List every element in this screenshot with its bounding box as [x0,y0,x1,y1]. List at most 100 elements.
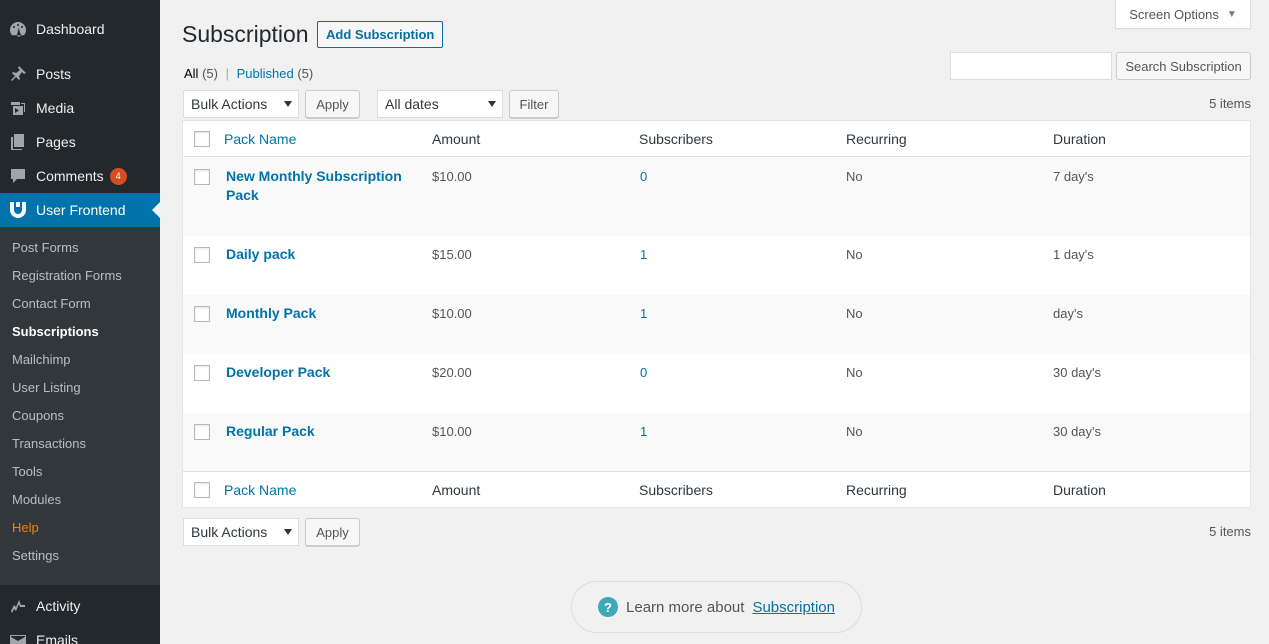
submenu-item-tools[interactable]: Tools [0,458,160,486]
pack-duration: 30 day's [1053,365,1102,380]
help-icon: ? [598,597,619,617]
submenu-item-user-listing[interactable]: User Listing [0,374,160,402]
pack-duration: 1 day's [1053,247,1094,262]
column-amount: Amount [432,481,481,498]
bulk-actions-value: Bulk Actions [191,96,268,112]
row-checkbox[interactable] [194,169,210,185]
pack-amount: $10.00 [432,424,472,439]
pack-subscribers-link[interactable]: 1 [640,247,647,262]
pack-subscribers-link[interactable]: 1 [640,306,647,321]
menu-item-comments[interactable]: Comments 4 [0,159,160,193]
view-separator: | [225,66,229,81]
menu-item-emails[interactable]: Emails [0,623,160,644]
menu-item-activity[interactable]: Activity [0,589,160,623]
column-recurring: Recurring [846,481,907,498]
pack-name-link[interactable]: New Monthly Subscription Pack [226,167,406,205]
admin-sidebar: Dashboard Posts Media Pages Comments 4 U… [0,0,160,644]
filter-button[interactable]: Filter [509,90,559,118]
submenu-item-modules[interactable]: Modules [0,486,160,514]
search-input[interactable] [950,52,1112,80]
table-row: Developer Pack $20.00 0 No 30 day's [183,354,1250,413]
dates-filter-value: All dates [385,96,439,112]
menu-label: Dashboard [36,21,105,37]
pack-name-link[interactable]: Regular Pack [226,422,406,441]
pack-recurring: No [846,365,863,380]
pack-duration: 7 day's [1053,169,1094,184]
dashboard-icon [0,19,36,39]
screen-options-button[interactable]: Screen Options ▼ [1115,0,1251,29]
bulk-actions-select-top[interactable]: Bulk Actions [183,90,299,118]
view-all-link[interactable]: All [184,66,198,81]
pack-name-link[interactable]: Daily pack [226,245,406,264]
table-footer: Pack Name Amount Subscribers Recurring D… [183,471,1250,507]
view-published-link[interactable]: Published [237,66,294,81]
comments-count-badge: 4 [109,167,127,185]
pack-recurring: No [846,169,863,184]
submenu-item-transactions[interactable]: Transactions [0,430,160,458]
view-published-count: (5) [297,66,314,81]
media-icon [0,98,36,118]
pack-name-link[interactable]: Developer Pack [226,363,406,382]
row-checkbox[interactable] [194,247,210,263]
menu-label: User Frontend [36,202,126,218]
column-subscribers: Subscribers [639,130,713,147]
menu-label: Activity [36,598,81,614]
screen-options-label: Screen Options [1129,6,1219,22]
pack-recurring: No [846,424,863,439]
add-subscription-button[interactable]: Add Subscription [317,21,444,48]
pack-subscribers-link[interactable]: 1 [640,424,647,439]
menu-item-user-frontend[interactable]: User Frontend [0,193,160,227]
search-subscription-button[interactable]: Search Subscription [1116,52,1251,80]
row-checkbox[interactable] [194,306,210,322]
table-row: Monthly Pack $10.00 1 No day's [183,295,1250,354]
pack-subscribers-link[interactable]: 0 [640,365,647,380]
table-row: Regular Pack $10.00 1 No 30 day's [183,413,1250,471]
submenu-item-help[interactable]: Help [0,514,160,542]
pack-name-link[interactable]: Monthly Pack [226,304,406,323]
pack-amount: $10.00 [432,306,472,321]
submenu-item-settings[interactable]: Settings [0,542,160,570]
submenu-item-subscriptions[interactable]: Subscriptions [0,318,160,346]
table-row: New Monthly Subscription Pack $10.00 0 N… [183,158,1250,236]
submenu-item-mailchimp[interactable]: Mailchimp [0,346,160,374]
dates-filter-select[interactable]: All dates [377,90,503,118]
learn-more-banner: ? Learn more about Subscription [571,581,862,633]
comment-icon [0,166,36,186]
apply-button-top[interactable]: Apply [305,90,360,118]
column-subscribers: Subscribers [639,481,713,498]
pack-recurring: No [846,247,863,262]
row-checkbox[interactable] [194,365,210,381]
apply-button-bottom[interactable]: Apply [305,518,360,546]
pack-subscribers-link[interactable]: 0 [640,169,647,184]
user-frontend-submenu: Post Forms Registration Forms Contact Fo… [0,227,160,585]
pack-duration: 30 day's [1053,424,1102,439]
pack-recurring: No [846,306,863,321]
menu-item-dashboard[interactable]: Dashboard [0,12,160,46]
menu-item-posts[interactable]: Posts [0,57,160,91]
items-count-top: 5 items [1209,96,1251,111]
submenu-item-contact-form[interactable]: Contact Form [0,290,160,318]
menu-label: Emails [36,632,79,644]
bulk-actions-select-bottom[interactable]: Bulk Actions [183,518,299,546]
select-all-checkbox[interactable] [194,131,210,147]
column-pack-name[interactable]: Pack Name [224,131,296,147]
pages-icon [0,132,36,152]
submenu-item-post-forms[interactable]: Post Forms [0,234,160,262]
submenu-item-coupons[interactable]: Coupons [0,402,160,430]
caret-down-icon: ▼ [1226,8,1237,20]
column-amount: Amount [432,130,481,147]
learn-more-link[interactable]: Subscription [752,599,835,616]
menu-item-pages[interactable]: Pages [0,125,160,159]
select-all-checkbox-footer[interactable] [194,482,210,498]
user-frontend-icon [0,199,36,221]
row-checkbox[interactable] [194,424,210,440]
pack-duration: day's [1053,306,1083,321]
status-views: All (5) | Published (5) [184,66,313,81]
menu-item-media[interactable]: Media [0,91,160,125]
table-row: Daily pack $15.00 1 No 1 day's [183,236,1250,295]
submenu-item-registration-forms[interactable]: Registration Forms [0,262,160,290]
view-all-count: (5) [202,66,218,81]
column-pack-name[interactable]: Pack Name [224,482,296,498]
column-recurring: Recurring [846,130,907,147]
bulk-actions-value: Bulk Actions [191,524,268,540]
